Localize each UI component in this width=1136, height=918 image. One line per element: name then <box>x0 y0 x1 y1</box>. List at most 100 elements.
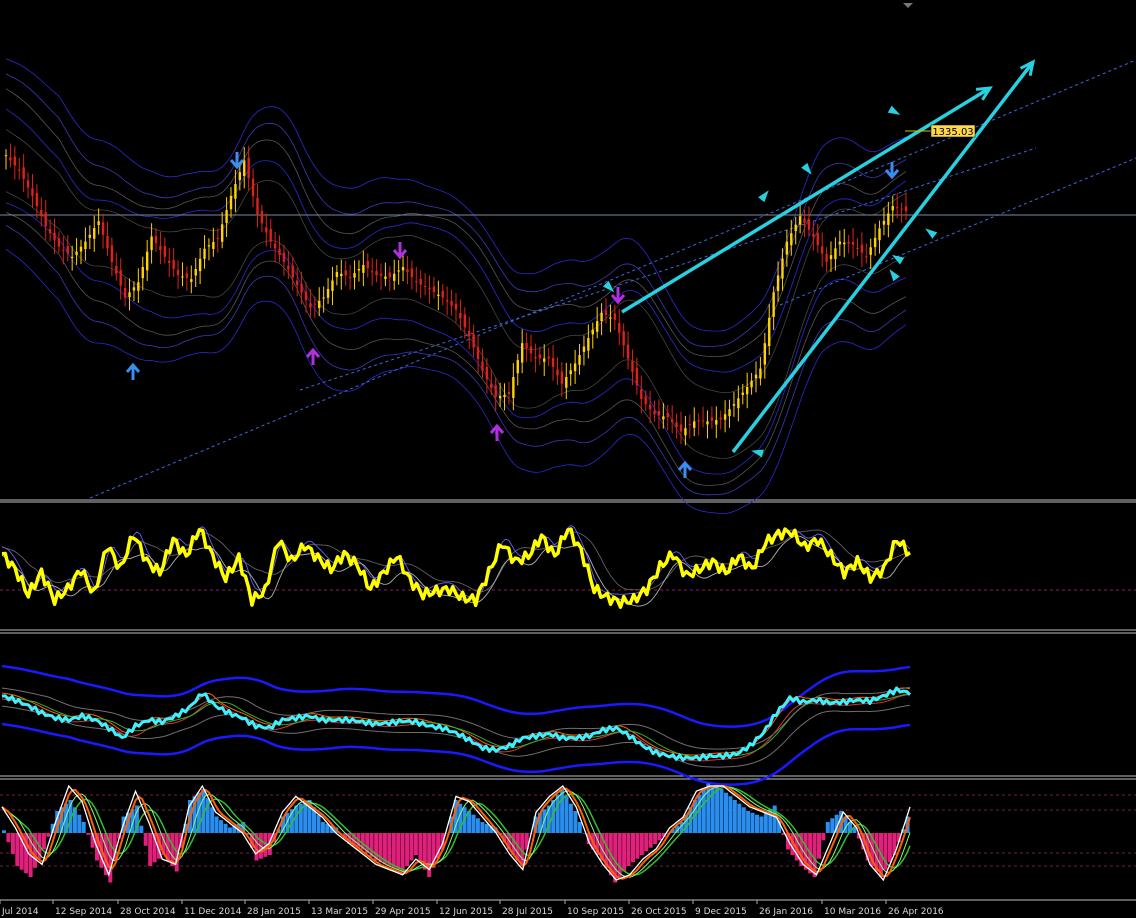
candle-body <box>450 300 453 306</box>
histogram-bar <box>887 833 892 863</box>
candle-body <box>715 420 718 425</box>
candle-body <box>754 374 758 379</box>
histogram-bar <box>639 833 644 855</box>
histogram-bar <box>755 814 759 833</box>
candle-body <box>556 369 559 376</box>
candle-body <box>507 391 511 394</box>
candle-body <box>790 233 793 246</box>
histogram-bar <box>560 789 565 833</box>
x-tick-label: 28 Oct 2014 <box>120 907 176 917</box>
candle-body <box>732 404 736 406</box>
candle-body <box>626 344 630 359</box>
candle-body <box>318 300 321 309</box>
x-tick-label: 10 Mar 2016 <box>824 907 881 917</box>
candle-body <box>150 236 153 251</box>
histogram-bar <box>617 833 622 877</box>
histogram-bar <box>830 818 835 833</box>
histogram-bar <box>219 820 223 833</box>
candle-body <box>370 271 374 273</box>
candle-body <box>132 287 136 291</box>
osc1-main-line <box>1 527 912 609</box>
candle-body <box>900 208 903 210</box>
candle-body <box>476 347 480 360</box>
candle-body <box>428 287 431 290</box>
price-tag-label: 1335.03 <box>932 127 973 138</box>
candle-body <box>697 420 700 422</box>
candle-body <box>168 260 171 263</box>
histogram-bar <box>46 833 51 837</box>
histogram-bar <box>77 814 82 833</box>
candle-body <box>62 250 65 252</box>
price-bands <box>5 58 907 514</box>
histogram-bar <box>86 833 91 835</box>
candle-body <box>657 410 661 416</box>
candle-body <box>512 377 515 398</box>
candle-body <box>490 383 493 389</box>
candle-body <box>785 241 789 255</box>
histogram-bar <box>409 833 414 861</box>
osc2-main-line <box>1 686 912 762</box>
candle-body <box>459 312 462 319</box>
x-tick-label: 9 Dec 2015 <box>695 907 747 917</box>
candle-body <box>326 288 330 298</box>
candle-body <box>220 224 224 242</box>
candle-body <box>882 220 886 225</box>
oscillator-1-pane <box>0 524 1136 609</box>
histogram-bar <box>81 822 86 833</box>
histogram-bar <box>400 833 405 872</box>
candle-body <box>648 404 652 410</box>
candle-body <box>481 361 484 371</box>
candle-body <box>865 256 868 258</box>
candle-body <box>516 360 519 374</box>
candle-body <box>406 269 409 273</box>
x-tick-label: 26 Apr 2016 <box>888 907 944 917</box>
histogram-bar <box>737 803 742 833</box>
candle-body <box>159 245 162 251</box>
candle-body <box>745 386 749 395</box>
candle-body <box>587 338 590 351</box>
candle-body <box>97 221 100 226</box>
histogram-bar <box>391 833 396 868</box>
pointer-arrow-icon <box>925 228 938 239</box>
candle-body <box>834 248 837 260</box>
candle-body <box>348 277 352 279</box>
histogram-bar <box>817 833 821 859</box>
candle-body <box>110 245 114 262</box>
histogram-bar <box>635 833 640 859</box>
candle-body <box>79 246 83 252</box>
histogram-bar <box>715 787 720 833</box>
candle-body <box>44 212 47 227</box>
candle-body <box>93 228 96 239</box>
histogram-bar <box>484 823 489 833</box>
histogram-bar <box>41 833 46 850</box>
candle-body <box>260 210 264 224</box>
candle-body <box>123 288 127 298</box>
candle-body <box>860 244 864 253</box>
band-line <box>5 108 907 373</box>
candle-body <box>322 297 325 299</box>
candle-body <box>225 210 228 223</box>
histogram-bar <box>657 833 662 841</box>
histogram-bar <box>480 822 485 833</box>
scroll-marker-icon[interactable] <box>903 3 913 8</box>
candle-body <box>468 330 471 337</box>
candle-body <box>344 270 347 276</box>
candle-body <box>437 294 440 296</box>
candle-body <box>565 377 568 388</box>
candle-body <box>203 248 206 259</box>
histogram-bar <box>223 823 228 833</box>
pointer-arrow-icon <box>889 269 900 282</box>
candle-body <box>181 276 184 278</box>
x-tick-label: 10 Sep 2015 <box>567 907 624 917</box>
candle-body <box>759 368 762 379</box>
candle-body <box>768 317 771 347</box>
osc2-aux-line <box>1 686 911 750</box>
candle-body <box>397 270 400 272</box>
histogram-bar <box>475 818 480 833</box>
candle-body <box>423 286 427 288</box>
candle-body <box>198 258 202 272</box>
candle-body <box>265 227 268 233</box>
candle-body <box>313 303 317 305</box>
candle-body <box>662 416 665 420</box>
histogram-pane <box>0 783 1136 883</box>
